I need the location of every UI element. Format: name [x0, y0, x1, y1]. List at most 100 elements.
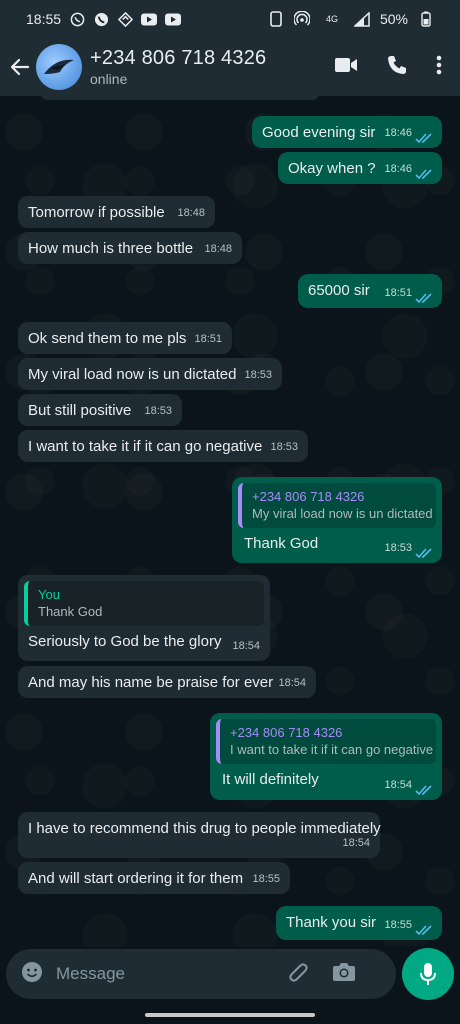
- voice-call-button[interactable]: [386, 54, 408, 81]
- message-text: Thank you sir: [286, 914, 377, 931]
- double-check-icon: [415, 293, 432, 304]
- arrow-left-icon: [10, 58, 30, 76]
- phone-notification-icon: [93, 11, 109, 27]
- status-time: 18:55: [26, 11, 62, 27]
- outgoing-message[interactable]: Thank you sir 18:55: [276, 906, 442, 940]
- message-time: 18:53: [144, 405, 172, 417]
- quoted-text: I want to take it if it can go negative: [230, 742, 434, 757]
- chat-area[interactable]: Good evening sir 18:46 Okay when ? 18:46…: [0, 90, 460, 946]
- message-time: 18:46: [384, 127, 412, 139]
- message-text: Thank God: [244, 535, 319, 552]
- youtube-notification-icon: [141, 11, 158, 27]
- quoted-sender: +234 806 718 4326: [230, 725, 343, 740]
- message-text: How much is three bottle: [28, 240, 194, 257]
- quoted-message[interactable]: +234 806 718 4326 I want to take it if i…: [216, 719, 436, 764]
- message-input[interactable]: [56, 964, 276, 984]
- incoming-message[interactable]: Tomorrow if possible 18:48: [18, 196, 215, 228]
- message-text: And may his name be praise for ever: [28, 674, 274, 691]
- outgoing-reply-message[interactable]: +234 806 718 4326 I want to take it if i…: [210, 713, 442, 800]
- message-time: 18:53: [270, 441, 298, 453]
- hotspot-icon: [293, 11, 310, 27]
- network-type: 4G: [325, 14, 338, 24]
- youtube-notification-icon-2: [165, 11, 182, 27]
- quoted-sender: You: [38, 587, 60, 602]
- incoming-message[interactable]: My viral load now is un dictated 18:53: [18, 358, 282, 390]
- message-text: But still positive: [28, 402, 132, 419]
- contact-info[interactable]: +234 806 718 4326 online: [90, 47, 266, 87]
- incoming-reply-message[interactable]: You Thank God Seriously to God be the gl…: [18, 575, 270, 661]
- quoted-message[interactable]: +234 806 718 4326 My viral load now is u…: [238, 483, 436, 528]
- video-call-icon: [335, 57, 357, 72]
- whatsapp-notification-icon: [69, 11, 85, 27]
- message-text: Good evening sir: [262, 124, 376, 141]
- incoming-message[interactable]: And may his name be praise for ever 18:5…: [18, 666, 316, 698]
- camera-button[interactable]: [332, 961, 356, 988]
- status-bar: 18:55 4G 50%: [0, 0, 460, 38]
- outgoing-reply-message[interactable]: +234 806 718 4326 My viral load now is u…: [232, 477, 442, 563]
- message-time: 18:46: [384, 163, 412, 175]
- chat-header: +234 806 718 4326 online: [0, 38, 460, 96]
- phone-icon: [388, 55, 406, 74]
- message-text: Seriously to God be the glory: [28, 633, 222, 650]
- outgoing-message[interactable]: Good evening sir 18:46: [252, 116, 442, 148]
- message-text: Okay when ?: [288, 160, 376, 177]
- double-check-icon: [415, 925, 432, 936]
- microphone-icon: [420, 963, 436, 985]
- previous-message-stub: [40, 90, 320, 100]
- incoming-message[interactable]: I want to take it if it can go negative …: [18, 430, 308, 462]
- more-options-button[interactable]: [436, 55, 442, 80]
- contact-name: +234 806 718 4326: [90, 47, 267, 69]
- message-time: 18:54: [232, 640, 260, 652]
- incoming-message[interactable]: How much is three bottle 18:48: [18, 232, 242, 264]
- message-text: Tomorrow if possible: [28, 204, 165, 221]
- message-time: 18:55: [252, 873, 280, 885]
- incoming-message[interactable]: But still positive 18:53: [18, 394, 182, 426]
- camera-icon: [333, 962, 355, 981]
- message-text: Ok send them to me pls: [28, 330, 187, 347]
- message-time: 18:53: [244, 369, 272, 381]
- avatar[interactable]: [36, 44, 82, 90]
- message-time: 18:48: [177, 207, 205, 219]
- paperclip-icon: [289, 962, 308, 982]
- message-composer: [6, 949, 396, 999]
- message-text: I have to recommend this drug to people …: [28, 820, 381, 837]
- outgoing-message[interactable]: 65000 sir 18:51: [298, 274, 442, 308]
- app-notification-icon: [117, 11, 133, 27]
- double-check-icon: [415, 785, 432, 796]
- message-text: 65000 sir: [308, 282, 370, 299]
- message-text: It will definitely: [222, 771, 319, 788]
- double-check-icon: [415, 548, 432, 559]
- message-time: 18:51: [384, 287, 412, 299]
- message-text: And will start ordering it for them: [28, 870, 244, 887]
- quoted-text: Thank God: [38, 604, 103, 619]
- message-time: 18:51: [194, 333, 222, 345]
- double-check-icon: [415, 133, 432, 144]
- voice-message-button[interactable]: [402, 948, 454, 1000]
- contact-status: online: [90, 71, 128, 87]
- message-time: 18:55: [384, 919, 412, 931]
- battery-icon: [418, 11, 434, 27]
- quoted-message[interactable]: You Thank God: [24, 581, 264, 626]
- message-text: I want to take it if it can go negative: [28, 438, 263, 455]
- more-vertical-icon: [436, 55, 442, 74]
- network-icon: 4G: [320, 11, 344, 27]
- vibrate-icon: [268, 11, 284, 27]
- avatar-bird-image: [44, 59, 74, 74]
- emoji-icon: [22, 961, 42, 982]
- incoming-message[interactable]: Ok send them to me pls 18:51: [18, 322, 232, 354]
- incoming-message[interactable]: I have to recommend this drug to people …: [18, 812, 381, 858]
- gesture-nav-handle[interactable]: [145, 1013, 315, 1017]
- back-button[interactable]: [6, 57, 34, 77]
- message-time: 18:54: [342, 837, 370, 849]
- message-time: 18:48: [204, 243, 232, 255]
- attach-button[interactable]: [286, 960, 310, 989]
- video-call-button[interactable]: [334, 56, 358, 79]
- battery-percent: 50%: [379, 11, 408, 27]
- message-time: 18:53: [384, 542, 412, 554]
- incoming-message[interactable]: And will start ordering it for them 18:5…: [18, 862, 290, 894]
- signal-icon: [353, 11, 370, 27]
- emoji-button[interactable]: [20, 960, 44, 989]
- message-time: 18:54: [384, 779, 412, 791]
- message-time: 18:54: [278, 677, 306, 689]
- outgoing-message[interactable]: Okay when ? 18:46: [278, 152, 442, 184]
